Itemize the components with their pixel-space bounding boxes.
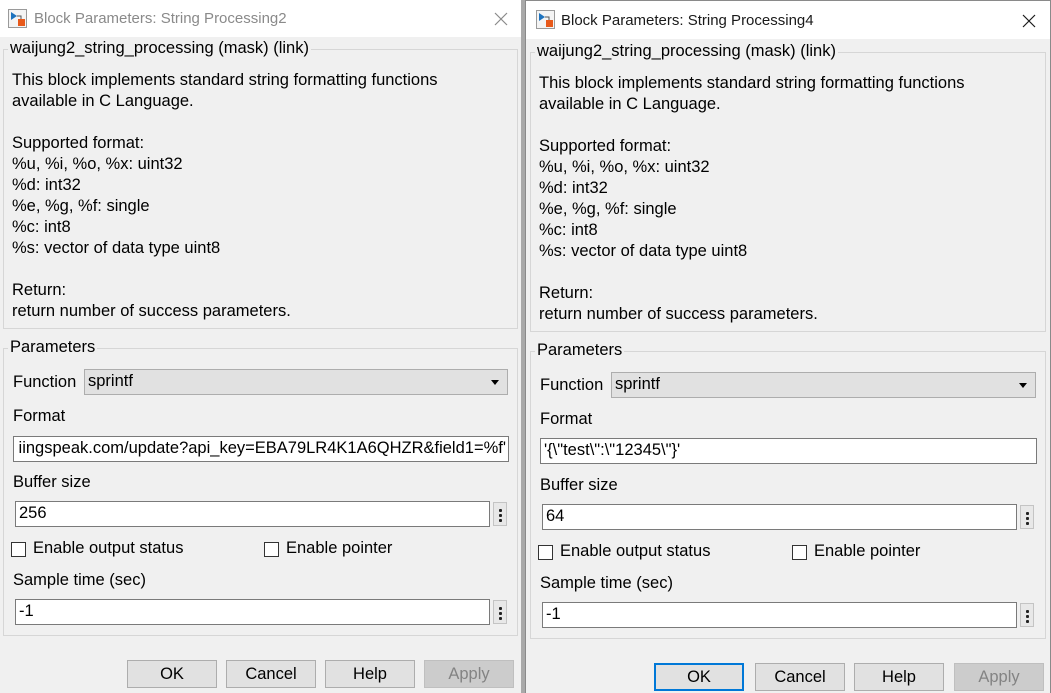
window-title: Block Parameters: String Processing2 [34,10,287,27]
buffer-size-input[interactable]: 64 [542,504,1017,530]
sample-time-value: -1 [19,602,34,620]
enable-output-status-label: Enable output status [560,542,711,560]
description-text: This block implements standard string fo… [12,70,438,322]
description-line: available in C Language. [12,92,194,110]
format-value: '{\"test\":\"12345\"}' [544,441,681,459]
description-line: Supported format: [12,134,145,152]
description-line: %s: vector of data type uint8 [539,242,748,260]
description-line: Return: [539,284,594,302]
apply-button[interactable]: Apply [424,660,514,688]
sample-time-input[interactable]: -1 [542,602,1017,628]
description-line: return number of success parameters. [12,302,291,320]
window-title: Block Parameters: String Processing4 [561,12,814,29]
sample-time-more-button[interactable] [493,600,507,624]
format-value: iingspeak.com/update?api_key=EBA79LR4K1A… [18,439,506,457]
function-value: sprintf [615,375,660,393]
description-line: %c: int8 [12,218,71,236]
description-line: %c: int8 [539,221,598,239]
chevron-down-icon [491,380,499,385]
sample-time-label: Sample time (sec) [13,571,146,589]
enable-pointer-checkbox[interactable] [792,545,807,560]
description-line [539,115,965,136]
ok-button[interactable]: OK [654,663,744,691]
dialog-string-processing2: Block Parameters: String Processing2 wai… [0,0,522,693]
mask-description-group: waijung2_string_processing (mask) (link)… [3,39,518,329]
cancel-button[interactable]: Cancel [755,663,845,691]
parameters-label: Parameters [535,341,625,360]
description-line: %u, %i, %o, %x: uint32 [12,155,183,173]
apply-button[interactable]: Apply [954,663,1044,691]
enable-output-status-label: Enable output status [33,539,184,557]
format-input[interactable]: iingspeak.com/update?api_key=EBA79LR4K1A… [13,436,509,462]
function-value: sprintf [88,372,133,390]
description-text: This block implements standard string fo… [539,73,965,325]
description-line: %e, %g, %f: single [539,200,677,218]
simulink-block-icon [8,9,27,28]
mask-title: waijung2_string_processing (mask) (link) [8,39,311,58]
description-line: available in C Language. [539,95,721,113]
ok-button[interactable]: OK [127,660,217,688]
description-line [12,112,438,133]
buffer-size-value: 64 [546,507,565,525]
help-button[interactable]: Help [854,663,944,691]
description-line: %s: vector of data type uint8 [12,239,221,257]
description-line: This block implements standard string fo… [539,74,965,92]
description-line: %d: int32 [12,176,81,194]
format-label: Format [13,407,66,425]
description-line: Supported format: [539,137,672,155]
title-bar[interactable]: Block Parameters: String Processing2 [0,0,522,37]
buffer-size-value: 256 [19,504,47,522]
enable-output-status-checkbox[interactable] [11,542,26,557]
buffer-size-more-button[interactable] [493,502,507,526]
close-icon[interactable] [1018,10,1040,32]
description-line: %e, %g, %f: single [12,197,150,215]
description-line [539,262,965,283]
dialog-string-processing4: Block Parameters: String Processing4 wai… [525,0,1051,693]
description-line [12,259,438,280]
mask-title: waijung2_string_processing (mask) (link) [535,42,838,61]
mask-description-group: waijung2_string_processing (mask) (link)… [530,42,1046,332]
simulink-block-icon [536,10,555,29]
parameters-label: Parameters [8,338,98,357]
buffer-size-label: Buffer size [540,476,618,494]
function-label: Function [13,373,77,391]
description-line: return number of success parameters. [539,305,818,323]
title-bar[interactable]: Block Parameters: String Processing4 [526,1,1050,39]
description-line: Return: [12,281,67,299]
function-label: Function [540,376,604,394]
sample-time-input[interactable]: -1 [15,599,490,625]
sample-time-value: -1 [546,605,561,623]
function-dropdown[interactable]: sprintf [84,369,508,395]
buffer-size-more-button[interactable] [1020,505,1034,529]
help-button[interactable]: Help [325,660,415,688]
cancel-button[interactable]: Cancel [226,660,316,688]
enable-pointer-checkbox[interactable] [264,542,279,557]
description-line: %u, %i, %o, %x: uint32 [539,158,710,176]
chevron-down-icon [1019,383,1027,388]
buffer-size-label: Buffer size [13,473,91,491]
function-dropdown[interactable]: sprintf [611,372,1036,398]
enable-pointer-label: Enable pointer [814,542,921,560]
description-line: %d: int32 [539,179,608,197]
enable-output-status-checkbox[interactable] [538,545,553,560]
sample-time-label: Sample time (sec) [540,574,673,592]
format-input[interactable]: '{\"test\":\"12345\"}' [540,438,1037,464]
description-line: This block implements standard string fo… [12,71,438,89]
format-label: Format [540,410,593,428]
sample-time-more-button[interactable] [1020,603,1034,627]
buffer-size-input[interactable]: 256 [15,501,490,527]
close-icon[interactable] [490,8,512,30]
enable-pointer-label: Enable pointer [286,539,393,557]
